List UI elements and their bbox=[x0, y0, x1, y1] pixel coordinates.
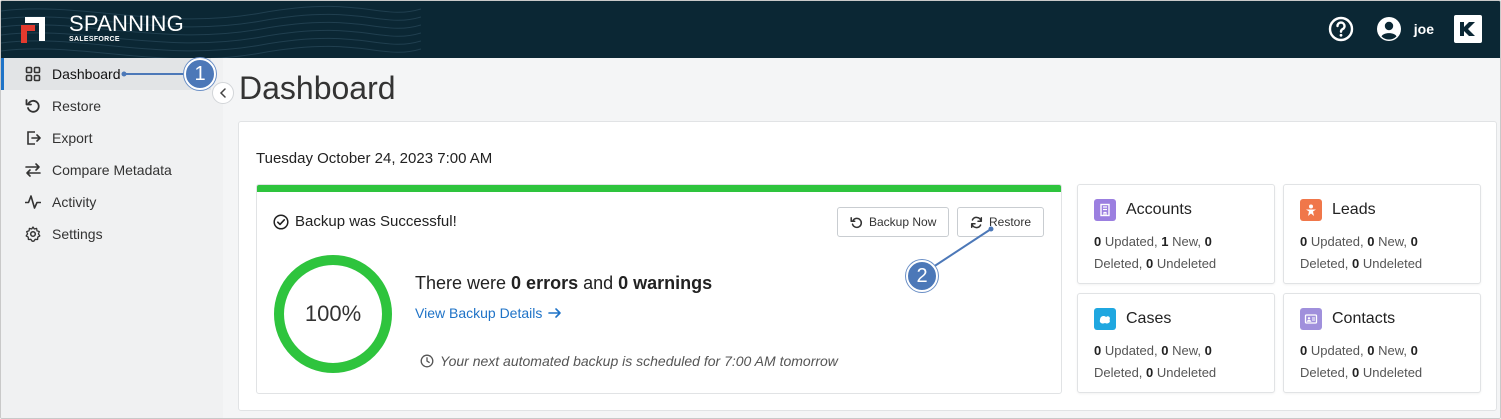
callout-badge-1: 1 bbox=[184, 58, 216, 90]
leads-icon bbox=[1300, 199, 1322, 221]
contacts-stats: 0 Updated, 0 New, 0 Deleted, 0 Undeleted bbox=[1300, 340, 1470, 384]
top-bar: SPANNING SALESFORCE joe bbox=[1, 1, 1500, 58]
stat-label: Undeleted bbox=[1153, 256, 1217, 271]
help-icon[interactable] bbox=[1328, 16, 1354, 42]
warnings-count: 0 warnings bbox=[618, 273, 713, 293]
sidebar-item-label: Settings bbox=[52, 226, 103, 242]
stat-label: Deleted, bbox=[1300, 256, 1353, 271]
contact-card-glyph bbox=[1304, 314, 1318, 324]
case-glyph bbox=[1099, 316, 1110, 324]
backup-schedule-text: Your next automated backup is scheduled … bbox=[440, 353, 838, 369]
callout-badge-2: 2 bbox=[906, 260, 938, 292]
view-backup-details-link[interactable]: View Backup Details bbox=[415, 305, 562, 321]
app-frame: SPANNING SALESFORCE joe Dashboard Restor… bbox=[0, 0, 1501, 419]
dashboard-panel: Tuesday October 24, 2023 7:00 AM Backup … bbox=[238, 121, 1497, 411]
backup-progress-bar bbox=[257, 185, 1061, 192]
undo-icon bbox=[25, 99, 40, 113]
leads-card[interactable]: Leads 0 Updated, 0 New, 0 Deleted, 0 Unde… bbox=[1283, 184, 1481, 284]
accounts-stats: 0 Updated, 1 New, 0 Deleted, 0 Undeleted bbox=[1094, 231, 1264, 275]
stat-label: Updated, bbox=[1101, 343, 1162, 358]
swap-arrows-icon bbox=[25, 163, 41, 177]
check-circle-icon bbox=[273, 213, 289, 230]
main-content: Dashboard Tuesday October 24, 2023 7:00 … bbox=[223, 58, 1500, 418]
view-backup-details-label: View Backup Details bbox=[415, 305, 543, 321]
user-avatar-icon[interactable] bbox=[1376, 16, 1402, 42]
errors-count: 0 errors bbox=[511, 273, 579, 293]
page-title: Dashboard bbox=[239, 70, 396, 106]
gear-icon bbox=[25, 226, 41, 242]
sidebar-item-label: Restore bbox=[52, 98, 102, 114]
undo-icon bbox=[850, 216, 863, 228]
grid-icon bbox=[25, 66, 41, 82]
restore-label: Restore bbox=[989, 215, 1032, 229]
cases-card[interactable]: Cases 0 Updated, 0 New, 0 Deleted, 0 Unde… bbox=[1077, 293, 1275, 393]
spanning-logo-icon bbox=[21, 17, 45, 43]
backup-schedule: Your next automated backup is scheduled … bbox=[420, 353, 838, 369]
sidebar-item-export[interactable]: Export bbox=[1, 122, 223, 154]
cases-title: Cases bbox=[1126, 310, 1172, 327]
errors-prefix: There were bbox=[415, 273, 512, 293]
sidebar-item-restore[interactable]: Restore bbox=[1, 90, 223, 122]
stat-label: Undeleted bbox=[1359, 365, 1423, 380]
backup-date: Tuesday October 24, 2023 7:00 AM bbox=[256, 150, 493, 167]
stat-label: New, bbox=[1168, 234, 1205, 249]
sidebar-item-label: Dashboard bbox=[52, 66, 121, 82]
stat-label: New, bbox=[1168, 343, 1205, 358]
stat-label: Deleted, bbox=[1300, 365, 1353, 380]
errors-mid: and bbox=[578, 273, 619, 293]
stat-label: Undeleted bbox=[1153, 365, 1217, 380]
leads-title: Leads bbox=[1332, 201, 1376, 218]
contacts-deleted: 0 bbox=[1410, 343, 1418, 358]
stat-label: Undeleted bbox=[1359, 256, 1423, 271]
backup-status: Backup was Successful! bbox=[273, 213, 457, 230]
export-icon bbox=[27, 131, 41, 145]
stat-label: Updated, bbox=[1307, 343, 1368, 358]
cases-deleted: 0 bbox=[1204, 343, 1212, 358]
brand-name: SPANNING bbox=[69, 11, 184, 36]
errors-summary: There were 0 errors and 0 warnings bbox=[415, 273, 712, 294]
kaseya-k-icon bbox=[1460, 22, 1475, 36]
sidebar-item-label: Export bbox=[52, 130, 93, 146]
backup-status-card: Backup was Successful! Backup Now Restor… bbox=[256, 184, 1062, 394]
progress-percent: 100% bbox=[304, 301, 362, 326]
leads-deleted: 0 bbox=[1410, 234, 1418, 249]
stat-label: New, bbox=[1374, 234, 1411, 249]
clock-icon bbox=[420, 354, 434, 368]
sidebar-item-compare-metadata[interactable]: Compare Metadata bbox=[1, 154, 223, 186]
person-star-glyph bbox=[1306, 204, 1316, 216]
stat-label: Deleted, bbox=[1094, 256, 1147, 271]
brand-logo[interactable]: SPANNING SALESFORCE bbox=[19, 13, 184, 45]
brand-subtitle: SALESFORCE bbox=[69, 36, 120, 43]
sidebar-item-label: Compare Metadata bbox=[52, 162, 172, 178]
stat-label: Deleted, bbox=[1094, 365, 1147, 380]
contacts-title: Contacts bbox=[1332, 310, 1396, 327]
kaseya-logo[interactable] bbox=[1454, 15, 1482, 43]
building-glyph bbox=[1100, 203, 1110, 217]
sidebar-item-label: Activity bbox=[52, 194, 97, 210]
sidebar-item-activity[interactable]: Activity bbox=[1, 186, 223, 218]
pulse-icon bbox=[25, 195, 41, 209]
accounts-deleted: 0 bbox=[1204, 234, 1212, 249]
arrow-right-icon bbox=[548, 308, 562, 318]
backup-status-text: Backup was Successful! bbox=[295, 213, 457, 230]
accounts-card[interactable]: Accounts 0 Updated, 1 New, 0 Deleted, 0 U… bbox=[1077, 184, 1275, 284]
cases-icon bbox=[1094, 308, 1116, 330]
stat-label: New, bbox=[1374, 343, 1411, 358]
user-name[interactable]: joe bbox=[1414, 21, 1434, 37]
leads-stats: 0 Updated, 0 New, 0 Deleted, 0 Undeleted bbox=[1300, 231, 1470, 275]
sidebar-item-settings[interactable]: Settings bbox=[1, 218, 223, 250]
contacts-card[interactable]: Contacts 0 Updated, 0 New, 0 Deleted, 0 U… bbox=[1283, 293, 1481, 393]
chevron-left-icon bbox=[219, 88, 226, 98]
cases-stats: 0 Updated, 0 New, 0 Deleted, 0 Undeleted bbox=[1094, 340, 1264, 384]
sidebar-collapse-button[interactable] bbox=[212, 82, 234, 104]
contacts-icon bbox=[1300, 308, 1322, 330]
stat-label: Updated, bbox=[1307, 234, 1368, 249]
accounts-icon bbox=[1094, 199, 1116, 221]
accounts-title: Accounts bbox=[1126, 201, 1192, 218]
sidebar: Dashboard Restore Export Compare Metadat… bbox=[1, 58, 223, 418]
stat-label: Updated, bbox=[1101, 234, 1162, 249]
